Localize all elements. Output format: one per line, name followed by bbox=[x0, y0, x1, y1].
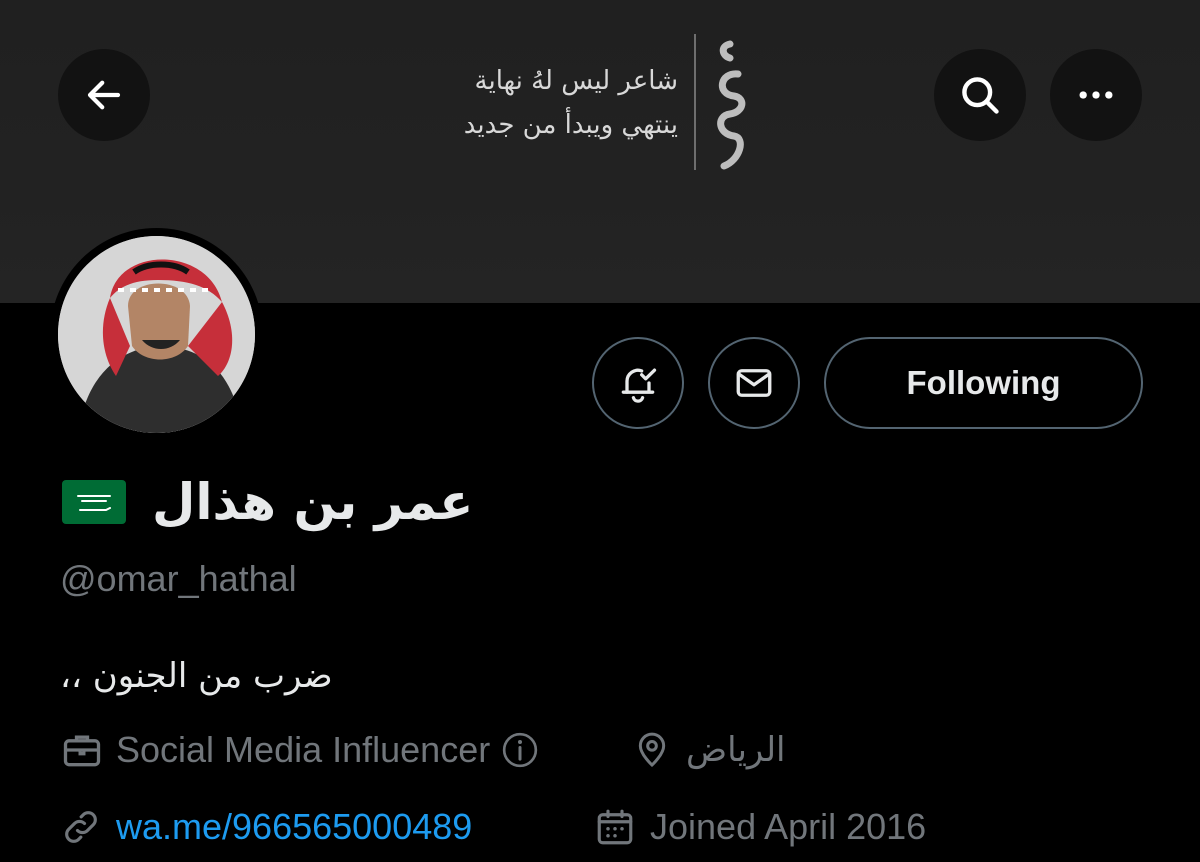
envelope-icon bbox=[736, 369, 772, 397]
joined-date: Joined April 2016 bbox=[650, 806, 927, 847]
profile-joined: Joined April 2016 bbox=[594, 806, 926, 848]
arrow-left-icon bbox=[87, 80, 121, 110]
display-name: عمر بن هذال bbox=[152, 473, 474, 531]
back-button[interactable] bbox=[58, 49, 150, 141]
search-icon bbox=[962, 77, 999, 114]
notifications-button[interactable] bbox=[592, 337, 684, 429]
following-button[interactable]: Following bbox=[824, 337, 1143, 429]
link-icon bbox=[65, 811, 97, 843]
calligraphy-logo bbox=[717, 40, 746, 170]
briefcase-icon bbox=[63, 735, 101, 767]
calendar-icon bbox=[597, 809, 633, 845]
bell-check-icon bbox=[621, 368, 657, 403]
profile-category: Social Media Influencer bbox=[60, 728, 540, 772]
profile-bio: ضرب من الجنون ،، bbox=[60, 656, 333, 696]
avatar[interactable] bbox=[58, 236, 255, 433]
banner-divider bbox=[694, 34, 696, 170]
more-button[interactable] bbox=[1050, 49, 1142, 141]
avatar-photo bbox=[58, 236, 255, 433]
saudi-flag-icon bbox=[62, 480, 126, 524]
location-label: الرياض bbox=[686, 730, 786, 770]
info-icon[interactable] bbox=[500, 730, 540, 770]
profile-link[interactable]: wa.me/966565000489 bbox=[60, 806, 472, 848]
username-handle: @omar_hathal bbox=[60, 558, 297, 599]
message-button[interactable] bbox=[708, 337, 800, 429]
link-url[interactable]: wa.me/966565000489 bbox=[116, 806, 472, 848]
category-label: Social Media Influencer bbox=[116, 729, 491, 770]
following-label: Following bbox=[906, 364, 1061, 401]
profile-location: الرياض bbox=[632, 728, 786, 772]
location-pin-icon bbox=[638, 732, 666, 768]
search-button[interactable] bbox=[934, 49, 1026, 141]
more-horizontal-icon bbox=[1079, 91, 1113, 99]
banner-text-line1: شاعر ليس لهُ نهاية bbox=[474, 66, 678, 96]
banner-text-line2: ينتهي ويبدأ من جديد bbox=[463, 110, 678, 140]
name-row: عمر بن هذال bbox=[62, 472, 473, 532]
